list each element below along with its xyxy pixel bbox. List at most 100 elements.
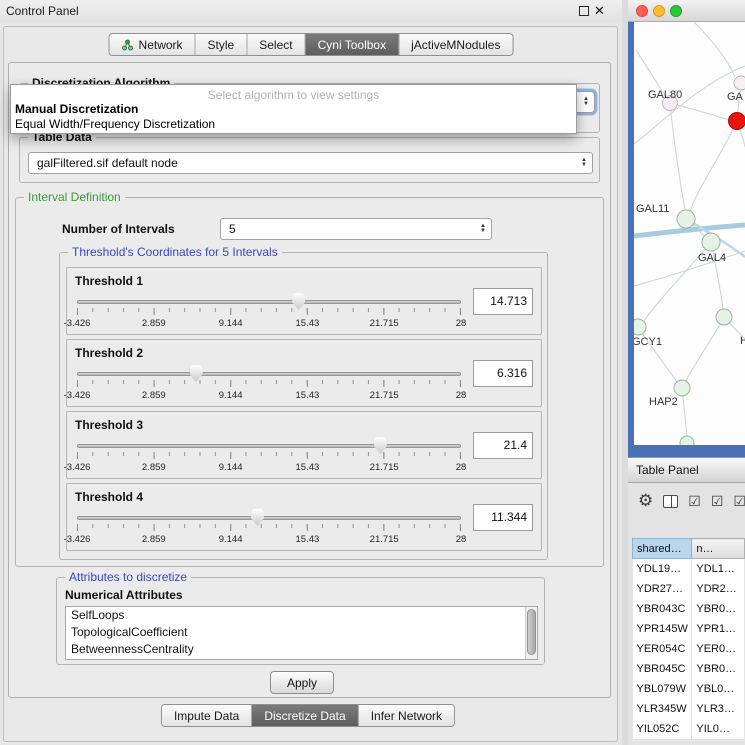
column-header-name[interactable]: n… (692, 539, 745, 559)
list-item[interactable]: BetweennessCentrality (66, 641, 537, 658)
column-header-shared-name[interactable]: shared… (633, 539, 692, 559)
table-row[interactable]: YBL079WYBL0… (633, 679, 745, 699)
table-cell[interactable]: YLR3… (692, 699, 745, 719)
table-cell[interactable]: YDR27… (633, 579, 692, 599)
tab-style[interactable]: Style (195, 34, 247, 55)
dropdown-option-manual-discretization[interactable]: Manual Discretization (11, 102, 576, 117)
network-node[interactable] (716, 309, 732, 325)
numerical-attributes-list[interactable]: SelfLoops TopologicalCoefficient Between… (65, 606, 538, 660)
list-item[interactable]: TopologicalCoefficient (66, 624, 537, 641)
close-panel-icon[interactable]: ✕ (594, 3, 605, 19)
table-cell[interactable]: YBL0… (692, 679, 745, 699)
table-cell[interactable]: YBL079W (633, 679, 692, 699)
dropdown-option-equal-width[interactable]: Equal Width/Frequency Discretization (11, 117, 576, 132)
network-node[interactable] (677, 210, 695, 228)
tab-network[interactable]: Network (110, 34, 195, 55)
network-node[interactable] (680, 436, 694, 445)
table-cell[interactable]: YLR345W (633, 699, 692, 719)
control-panel-tabbar: Network Style Select Cyni Toolbox jActiv… (109, 33, 514, 56)
spinner-down-icon: ▼ (480, 229, 486, 234)
thresholds-group: Threshold's Coordinates for 5 Intervals … (59, 252, 548, 560)
intervals-selected-value: 5 (229, 219, 236, 239)
scale-tick-label: 2.859 (142, 390, 166, 401)
threshold-value-field[interactable]: 6.316 (473, 360, 533, 387)
table-cell[interactable]: YBR0… (692, 659, 745, 679)
checkbox-icon[interactable]: ☑ (711, 493, 724, 510)
table-cell[interactable]: YDL1… (692, 559, 745, 579)
float-window-icon[interactable] (579, 6, 589, 16)
table-cell[interactable]: YBR0… (692, 599, 745, 619)
table-cell[interactable]: YDR2… (692, 579, 745, 599)
table-row[interactable]: YDR27…YDR2… (633, 579, 745, 599)
slider-track[interactable] (77, 516, 461, 520)
spinner-down-icon: ▼ (581, 163, 587, 168)
table-data-select[interactable]: galFiltered.sif default node ▲▼ (28, 152, 593, 174)
table-row[interactable]: YER054CYER0… (633, 639, 745, 659)
threshold-value-field[interactable]: 11.344 (473, 504, 533, 531)
table-cell[interactable]: YIL0… (692, 719, 745, 739)
slider-track[interactable] (77, 300, 461, 304)
table-cell[interactable]: YER0… (692, 639, 745, 659)
attributes-group-title: Attributes to discretize (65, 570, 191, 584)
threshold-label: Threshold 4 (75, 490, 143, 504)
tab-select[interactable]: Select (246, 34, 304, 55)
tab-jactivemnodules[interactable]: jActiveMNodules (398, 34, 512, 55)
network-node[interactable] (674, 380, 690, 396)
column-layout-icon[interactable] (663, 495, 678, 508)
network-window-titlebar (628, 0, 745, 22)
checkbox-icon[interactable]: ☑ (688, 493, 701, 510)
table-cell[interactable]: YIL052C (633, 719, 692, 739)
threshold-value-field[interactable]: 21.4 (473, 432, 533, 459)
scale-tick-label: 28 (456, 318, 467, 329)
threshold-slider[interactable]: -3.4262.8599.14415.4321.71528 (77, 292, 461, 332)
close-traffic-light-icon[interactable] (636, 5, 648, 17)
table-row[interactable]: YLR345WYLR3… (633, 699, 745, 719)
threshold-value-field[interactable]: 14.713 (473, 288, 533, 315)
threshold-slider[interactable]: -3.4262.8599.14415.4321.71528 (77, 436, 461, 476)
slider-minor-ticks (77, 524, 461, 528)
table-row[interactable]: YPR145WYPR1… (633, 619, 745, 639)
number-of-intervals-select[interactable]: 5 ▲▼ (220, 218, 492, 240)
table-cell[interactable]: YPR1… (692, 619, 745, 639)
scrollbar-thumb[interactable] (527, 609, 536, 655)
table-row[interactable]: YDL19…YDL1… (633, 559, 745, 579)
control-panel-titlebar: Control Panel ✕ (0, 0, 622, 22)
scale-tick-label: 9.144 (219, 534, 243, 545)
minimize-traffic-light-icon[interactable] (653, 5, 665, 17)
threshold-slider[interactable]: -3.4262.8599.14415.4321.71528 (77, 364, 461, 404)
algorithm-dropdown-popup: Select algorithm to view settings Manual… (10, 84, 577, 134)
tab-cyni-toolbox[interactable]: Cyni Toolbox (305, 34, 398, 55)
apply-button[interactable]: Apply (270, 671, 334, 694)
settings-gear-icon[interactable]: ⚙ (638, 491, 653, 511)
network-node[interactable] (634, 319, 646, 335)
threshold-panel-4: Threshold 4 -3.4262.8599.14415.4321.7152… (66, 483, 542, 551)
network-canvas[interactable]: GAL80GAGAL11GAL4GCY1HHAP2 (634, 22, 745, 445)
tab-label: Cyni Toolbox (318, 38, 386, 52)
dropdown-placeholder: Select algorithm to view settings (11, 85, 576, 102)
tab-impute-data[interactable]: Impute Data (162, 705, 251, 726)
tab-discretize-data[interactable]: Discretize Data (251, 705, 357, 726)
zoom-traffic-light-icon[interactable] (670, 5, 682, 17)
network-node-label: GA (727, 91, 744, 103)
network-node[interactable] (734, 76, 745, 90)
stepper-icon: ▲▼ (581, 158, 587, 168)
table-row[interactable]: YIL052CYIL0… (633, 719, 745, 739)
network-node[interactable] (702, 233, 720, 251)
checkbox-icon-partial[interactable]: ☑ (733, 493, 745, 510)
table-cell[interactable]: YPR145W (633, 619, 692, 639)
table-cell[interactable]: YBR045C (633, 659, 692, 679)
list-item[interactable]: SelfLoops (66, 607, 537, 624)
tab-infer-network[interactable]: Infer Network (358, 705, 454, 726)
table-cell[interactable]: YER054C (633, 639, 692, 659)
list-scrollbar[interactable] (525, 607, 537, 659)
slider-track[interactable] (77, 372, 461, 376)
network-node[interactable] (729, 113, 745, 130)
table-cell[interactable]: YBR043C (633, 599, 692, 619)
table-cell[interactable]: YDL19… (633, 559, 692, 579)
slider-track[interactable] (77, 444, 461, 448)
tab-label: Select (259, 38, 292, 52)
numerical-attributes-label: Numerical Attributes (65, 588, 183, 602)
threshold-slider[interactable]: -3.4262.8599.14415.4321.71528 (77, 508, 461, 548)
table-row[interactable]: YBR043CYBR0… (633, 599, 745, 619)
table-row[interactable]: YBR045CYBR0… (633, 659, 745, 679)
